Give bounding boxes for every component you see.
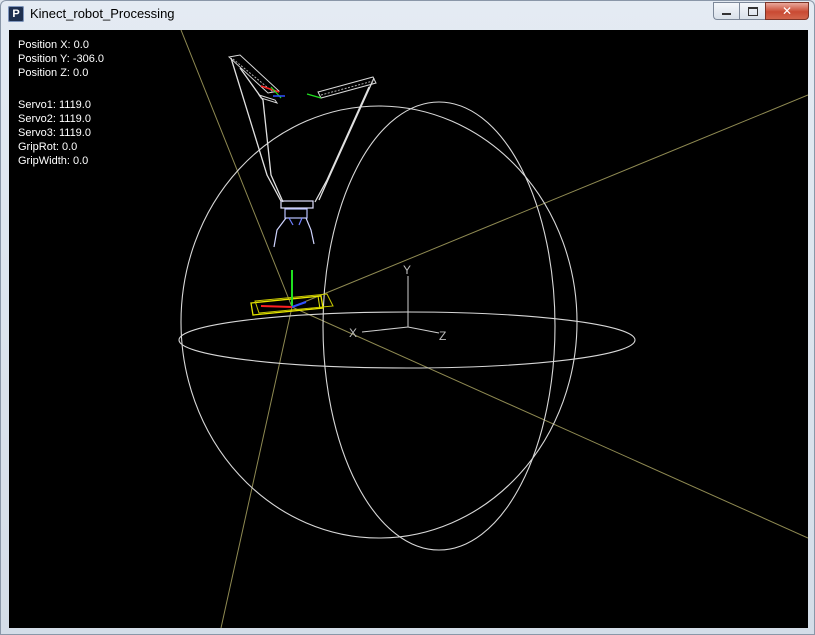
- maximize-button[interactable]: [739, 2, 765, 20]
- app-window: P Kinect_robot_Processing ✕ Y X Z Positi…: [0, 0, 815, 635]
- effector-plate: [280, 200, 314, 209]
- x-axis-label: X: [349, 326, 357, 340]
- motor-plate-right-hatch: [320, 80, 374, 96]
- guide-lines: [180, 30, 808, 628]
- position-x-readout: Position X: 0.0: [18, 39, 89, 51]
- grip-rot-readout: GripRot: 0.0: [18, 141, 78, 154]
- workspace-sphere: [178, 101, 636, 551]
- maximize-icon: [747, 6, 758, 16]
- close-button[interactable]: ✕: [765, 2, 809, 20]
- gripper: [273, 200, 315, 248]
- hud-spacer: [18, 81, 104, 98]
- position-z-readout: Position Z: 0.0: [18, 67, 89, 80]
- sketch-canvas[interactable]: Y X Z Position X: 0.0 Position Y: -306.0…: [9, 30, 808, 628]
- gripper-body: [284, 208, 308, 219]
- gripper-finger-right: [305, 217, 315, 245]
- robot-3d-scene[interactable]: Y X Z: [9, 30, 808, 628]
- minimize-button[interactable]: [713, 2, 739, 20]
- grip-width-readout: GripWidth: 0.0: [18, 155, 89, 168]
- guide-line-lower-right: [291, 306, 808, 539]
- gripper-link-left: [288, 217, 294, 226]
- sphere-outline: [180, 105, 578, 539]
- gripper-link-right: [298, 217, 303, 226]
- target-axis-blue: [291, 301, 307, 308]
- window-title: Kinect_robot_Processing: [30, 6, 175, 21]
- guide-line-upper-left: [180, 30, 293, 308]
- close-icon: ✕: [781, 4, 793, 18]
- world-axes: [361, 276, 440, 334]
- title-bar[interactable]: P Kinect_robot_Processing ✕: [1, 1, 814, 27]
- z-axis-label: Z: [439, 329, 446, 343]
- minimize-icon: [722, 13, 731, 15]
- gripper-finger-left: [273, 217, 287, 248]
- robot-arms: [230, 57, 375, 203]
- caption-buttons: ✕: [713, 2, 809, 20]
- target-axis-red: [260, 305, 293, 308]
- x-axis-line: [361, 326, 409, 333]
- servo2-readout: Servo2: 1119.0: [18, 112, 91, 125]
- hud-readout: Position X: 0.0 Position Y: -306.0 Posit…: [18, 38, 104, 169]
- processing-app-icon: P: [8, 6, 24, 22]
- y-axis-label: Y: [403, 263, 411, 277]
- sphere-equator: [178, 311, 636, 369]
- servo3-readout: Servo3: 1119.0: [18, 127, 91, 140]
- guide-line-lower-left: [220, 306, 293, 628]
- servo1-readout: Servo1: 1119.0: [18, 98, 91, 111]
- guide-line-right: [291, 94, 808, 308]
- motor-plate-right: [317, 76, 377, 99]
- position-y-readout: Position Y: -306.0: [18, 53, 105, 66]
- arm-right-inner: [314, 86, 370, 203]
- sphere-meridian: [322, 101, 556, 551]
- motor-plates: [227, 54, 377, 104]
- z-axis-line: [407, 326, 440, 334]
